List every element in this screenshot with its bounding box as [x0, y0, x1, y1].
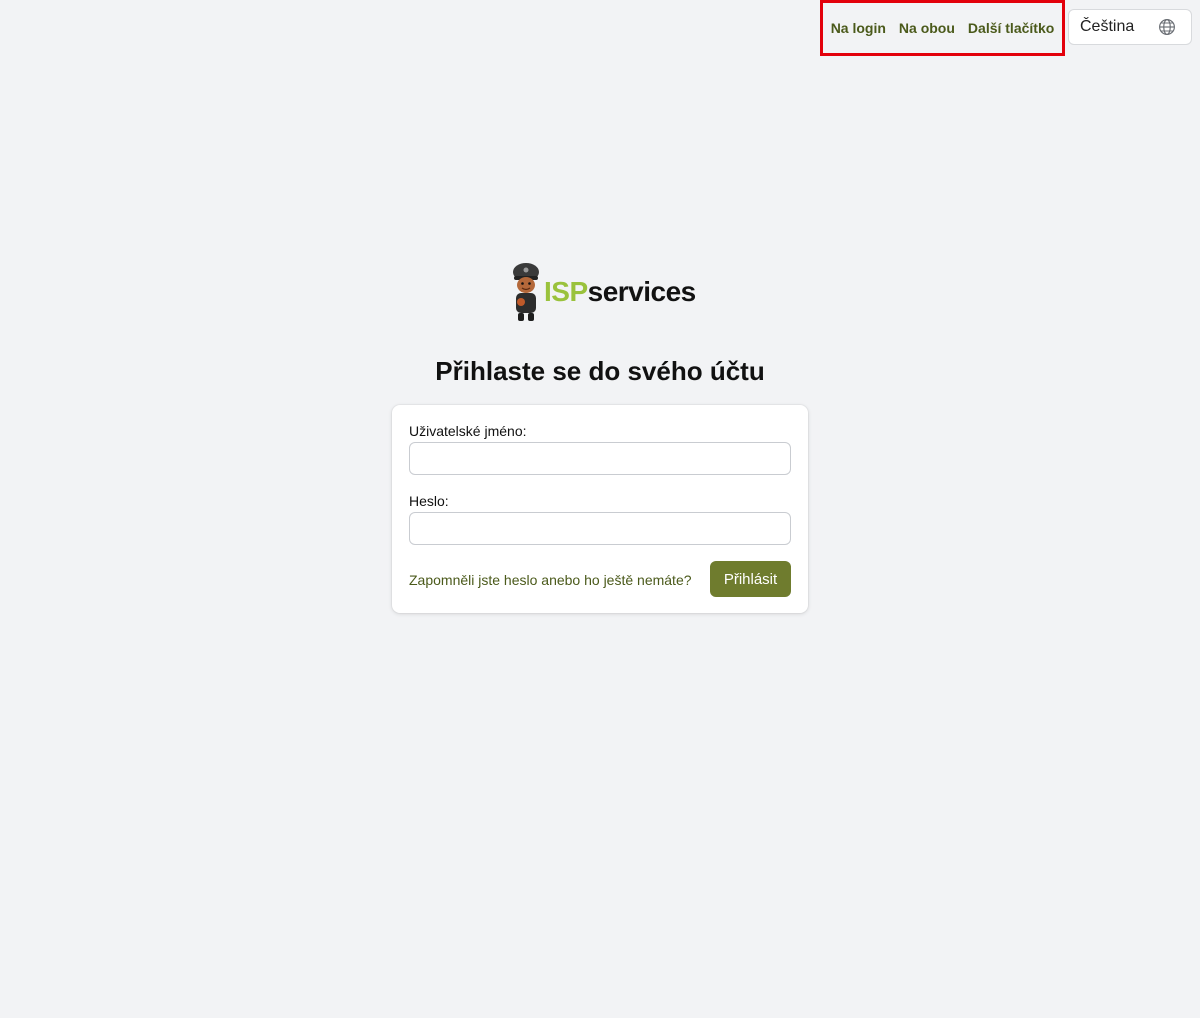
password-label: Heslo:	[409, 493, 449, 509]
username-label: Uživatelské jméno:	[409, 423, 527, 439]
brand-isp: ISP	[544, 276, 588, 307]
police-mascot-icon	[513, 263, 539, 321]
nav-link-next-button[interactable]: Další tlačítko	[968, 20, 1054, 36]
brand-name: ISPservices	[544, 276, 696, 308]
brand-services: services	[587, 276, 697, 307]
nav-links-highlighted: Na login Na obou Další tlačítko	[820, 0, 1065, 56]
isp-services-logo: ISPservices	[508, 262, 698, 324]
nav-link-both[interactable]: Na obou	[899, 20, 955, 36]
page-title: Přihlaste se do svého účtu	[435, 356, 765, 386]
globe-icon	[1159, 19, 1175, 35]
top-bar: Na login Na obou Další tlačítko Čeština	[0, 0, 1200, 60]
nav-link-login[interactable]: Na login	[831, 20, 886, 36]
forgot-password-link[interactable]: Zapomněli jste heslo anebo ho ještě nemá…	[409, 572, 692, 588]
password-input[interactable]	[409, 512, 791, 545]
login-button[interactable]: Přihlásit	[710, 561, 791, 597]
language-select[interactable]: Čeština	[1068, 9, 1192, 45]
login-card: Uživatelské jméno: Heslo: Zapomněli jste…	[392, 405, 808, 613]
username-input[interactable]	[409, 442, 791, 475]
language-label: Čeština	[1080, 18, 1135, 35]
